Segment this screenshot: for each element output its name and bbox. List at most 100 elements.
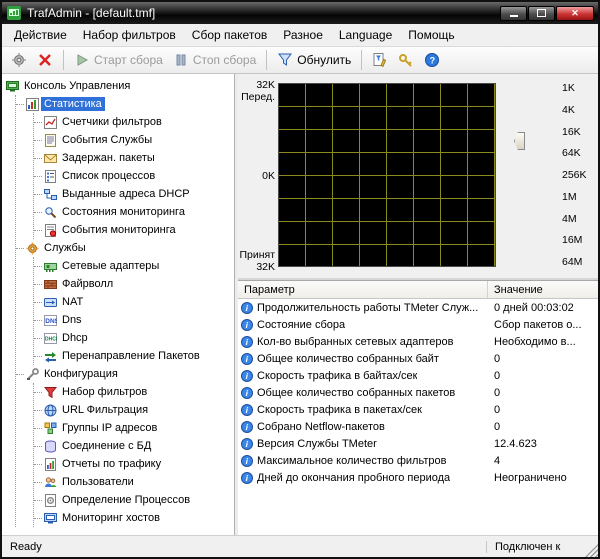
tree-group-2[interactable]: Службы [16, 239, 234, 257]
help-button[interactable]: ? [420, 50, 444, 70]
param-cell: iСкорость трафика в пакетах/сек [238, 404, 488, 416]
security-button[interactable] [394, 50, 418, 70]
process-list-icon [44, 170, 57, 183]
tree-item-2-4-label: Dns [59, 313, 85, 327]
param-text: Общее количество собранных байт [257, 353, 439, 365]
tree-item-1-4-label: Список процессов [59, 169, 158, 183]
table-row[interactable]: iОбщее количество собранных байт0 [238, 350, 598, 367]
tree-item-2-1-label: Сетевые адаптеры [59, 259, 162, 273]
tree-item-2-2-label: Файрволл [59, 277, 116, 291]
value-cell: 0 [488, 370, 598, 382]
tree-item-2-1[interactable]: Сетевые адаптеры [34, 257, 234, 275]
tree-item-3-8-label: Мониторинг хостов [59, 511, 163, 525]
column-header-param[interactable]: Параметр [238, 281, 488, 298]
network-adapters-icon [44, 260, 57, 273]
info-icon: i [241, 319, 253, 331]
rx-axis-label: Принят [239, 249, 275, 261]
menu-item-1[interactable]: Действие [6, 25, 75, 45]
param-cell: iСкорость трафика в байтах/сек [238, 370, 488, 382]
tree-group-3-label: Конфигурация [41, 367, 121, 381]
table-row[interactable]: iКол-во выбранных сетевых адаптеровНеобх… [238, 333, 598, 350]
reset-button[interactable]: Обнулить [273, 50, 355, 70]
menu-item-2[interactable]: Набор фильтров [75, 25, 184, 45]
info-icon: i [241, 387, 253, 399]
menu-item-5[interactable]: Language [331, 25, 400, 45]
tree-item-3-6-label: Пользователи [59, 475, 137, 489]
tx-axis-label: Перед. [241, 91, 275, 103]
packet-redirect-icon [44, 350, 57, 363]
tree-item-3-2[interactable]: URL Фильтрация [34, 401, 234, 419]
menu-item-4[interactable]: Разное [275, 25, 331, 45]
service-events-icon [44, 134, 57, 147]
tree-item-1-6-label: Состояния мониторинга [59, 205, 188, 219]
stop-capture-button: Стоп сбора [169, 50, 260, 70]
menubar: ДействиеНабор фильтровСбор пакетовРазное… [2, 24, 598, 47]
tree-item-2-3[interactable]: NAT [34, 293, 234, 311]
close-button[interactable] [556, 6, 594, 21]
table-row[interactable]: iСкорость трафика в пакетах/сек0 [238, 401, 598, 418]
tree-item-1-3[interactable]: Задержан. пакеты [34, 149, 234, 167]
value-cell: 0 [488, 421, 598, 433]
tree-item-1-2[interactable]: События Службы [34, 131, 234, 149]
tree-group-1[interactable]: Статистика [16, 95, 234, 113]
scale-ticks: 1K4K16K64K256K1M4M16M64M [496, 83, 598, 267]
tree-item-3-2-label: URL Фильтрация [59, 403, 151, 417]
tree-group-3-children: Набор фильтров URL Фильтрация Группы IP ад… [33, 383, 234, 527]
table-row[interactable]: iОбщее количество собранных пакетов0 [238, 384, 598, 401]
tree-item-1-5[interactable]: Выданные адреса DHCP [34, 185, 234, 203]
tree-item-1-1[interactable]: Счетчики фильтров [34, 113, 234, 131]
tree-item-1-5-label: Выданные адреса DHCP [59, 187, 193, 201]
table-row[interactable]: iСкорость трафика в байтах/сек0 [238, 367, 598, 384]
menu-item-6[interactable]: Помощь [400, 25, 462, 45]
tree-item-3-5[interactable]: Отчеты по трафику [34, 455, 234, 473]
tree-item-1-6[interactable]: Состояния мониторинга [34, 203, 234, 221]
tree-item-3-8[interactable]: Мониторинг хостов [34, 509, 234, 527]
table-row[interactable]: iДней до окончания пробного периодаНеогр… [238, 469, 598, 486]
table-row[interactable]: iМаксимальное количество фильтров4 [238, 452, 598, 469]
tree-item-2-4[interactable]: DNSDns [34, 311, 234, 329]
minimize-button[interactable] [500, 6, 527, 21]
monitoring-events-icon [44, 224, 57, 237]
table-row[interactable]: iВерсия Службы TMeter12.4.623 [238, 435, 598, 452]
scale-tick-16M: 16M [562, 235, 598, 245]
table-row[interactable]: iСобрано Netflow-пакетов0 [238, 418, 598, 435]
tree-item-3-6[interactable]: Пользователи [34, 473, 234, 491]
table-row[interactable]: iПродолжительность работы TMeter Служ...… [238, 299, 598, 316]
tree-item-1-7[interactable]: События мониторинга [34, 221, 234, 239]
column-header-value[interactable]: Значение [488, 284, 598, 296]
key-icon [398, 52, 414, 68]
tree-item-2-2[interactable]: Файрволл [34, 275, 234, 293]
info-icon: i [241, 421, 253, 433]
configuration-icon [26, 368, 39, 381]
filter-editor-button[interactable] [368, 50, 392, 70]
tree-root[interactable]: Консоль Управления [6, 77, 234, 95]
tree-item-3-3[interactable]: Группы IP адресов [34, 419, 234, 437]
param-cell: iМаксимальное количество фильтров [238, 455, 488, 467]
filter-set-icon [44, 386, 57, 399]
start-capture-button: Старт сбора [70, 50, 167, 70]
main-area: Консоль Управления Статистика Счетчики фил… [2, 74, 598, 535]
statistics-table: Параметр Значение iПродолжительность раб… [238, 280, 598, 535]
menu-item-3[interactable]: Сбор пакетов [184, 25, 275, 45]
tree-item-2-6[interactable]: Перенаправление Пакетов [34, 347, 234, 365]
tree-group-3[interactable]: Конфигурация [16, 365, 234, 383]
tree-item-3-7[interactable]: Определение Процессов [34, 491, 234, 509]
param-text: Дней до окончания пробного периода [257, 472, 450, 484]
maximize-button[interactable] [528, 6, 555, 21]
table-row[interactable]: iСостояние сбораСбор пакетов о... [238, 316, 598, 333]
scale-tick-16K: 16K [562, 127, 598, 137]
tree-item-3-4[interactable]: Соединение с БД [34, 437, 234, 455]
tree-item-1-4[interactable]: Список процессов [34, 167, 234, 185]
tree-group-1-label: Статистика [41, 97, 105, 111]
titlebar[interactable]: TrafAdmin - [default.tmf] [2, 2, 598, 24]
tree-item-2-5[interactable]: DHCPDhcp [34, 329, 234, 347]
tree-item-3-1[interactable]: Набор фильтров [34, 383, 234, 401]
info-icon: i [241, 404, 253, 416]
info-icon: i [241, 370, 253, 382]
counters-icon [44, 116, 57, 129]
toolbar: Старт сбораСтоп сбора Обнулить? [2, 47, 598, 74]
connect-button[interactable] [7, 50, 31, 70]
disconnect-button[interactable] [33, 50, 57, 70]
monitoring-state-icon [44, 206, 57, 219]
tree-item-2-5-label: Dhcp [59, 331, 91, 345]
